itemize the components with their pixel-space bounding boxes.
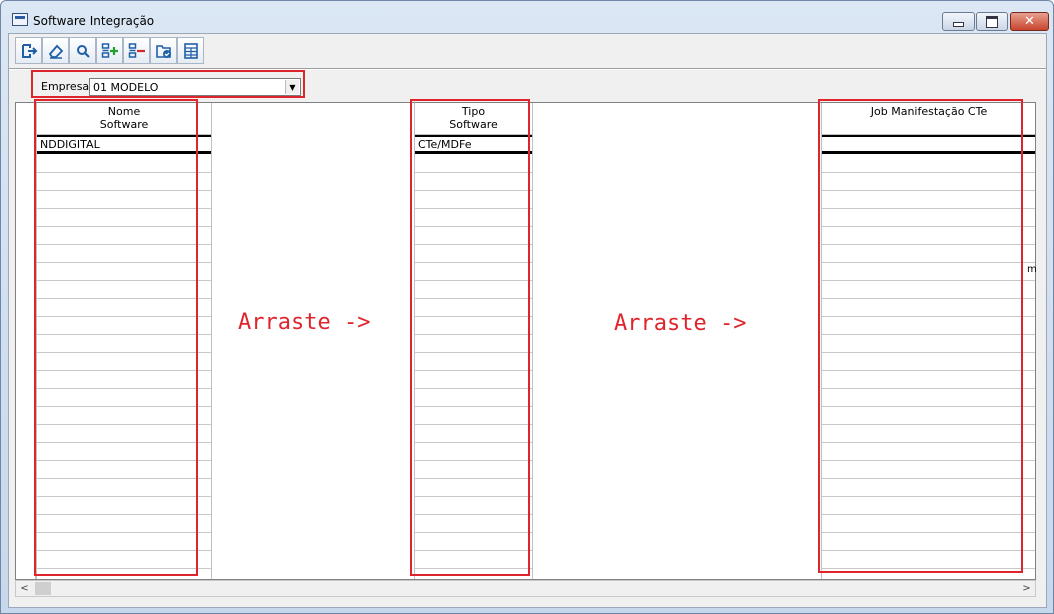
remove-row-button[interactable]: [123, 37, 150, 64]
truncated-column-text: m: [1027, 264, 1037, 275]
empresa-select[interactable]: 01 MODELO ▼: [89, 78, 301, 96]
search-button[interactable]: [69, 37, 96, 64]
scroll-thumb[interactable]: [35, 582, 51, 595]
folder-check-icon: [155, 44, 171, 58]
column-tipo-software[interactable]: Tipo Software CTe/MDFe: [414, 103, 533, 579]
maximize-icon: [977, 13, 1007, 30]
grid-cell[interactable]: NDDIGITAL: [37, 135, 211, 154]
column-header-job-manifestacao-cte[interactable]: Job Manifestação CTe: [822, 103, 1035, 135]
remove-row-icon: [128, 42, 145, 58]
chevron-down-icon[interactable]: ▼: [285, 80, 299, 94]
header-line: Job Manifestação CTe: [870, 105, 988, 118]
row-header-column: [16, 103, 36, 579]
empresa-label: Empresa: [41, 80, 90, 93]
toolbar-separator: [9, 68, 1046, 70]
header-line: Software: [99, 118, 149, 131]
grid-button[interactable]: [177, 37, 204, 64]
column-nome-software[interactable]: Nome Software NDDIGITAL: [36, 103, 212, 579]
add-row-icon: [101, 42, 118, 58]
app-window: Software Integração ✕ Empresa 01 MODELO …: [0, 0, 1054, 614]
grid-cell[interactable]: CTe/MDFe: [415, 135, 532, 154]
empresa-value: 01 MODELO: [93, 81, 159, 94]
column-header-nome-software[interactable]: Nome Software: [37, 103, 211, 135]
window-title: Software Integração: [33, 14, 155, 28]
scroll-left-icon[interactable]: <: [16, 581, 33, 596]
clear-button[interactable]: [42, 37, 69, 64]
close-icon: ✕: [1024, 14, 1035, 29]
minimize-icon: [943, 13, 974, 30]
grid-cell[interactable]: [822, 135, 1035, 154]
drag-annotation-2: Arraste ->: [614, 311, 747, 336]
header-line: Software: [449, 118, 498, 131]
eraser-icon: [48, 44, 63, 59]
scroll-right-icon[interactable]: >: [1018, 581, 1035, 596]
column-header-tipo-software[interactable]: Tipo Software: [415, 103, 532, 135]
table-icon: [183, 42, 198, 59]
title-bar[interactable]: Software Integração ✕: [1, 1, 1053, 33]
search-icon: [76, 44, 90, 58]
client-area: Empresa 01 MODELO ▼ Nome Software NDDIGI…: [8, 33, 1047, 608]
software-grid[interactable]: Nome Software NDDIGITAL Tipo Software CT…: [15, 102, 1036, 580]
exit-button[interactable]: [15, 37, 42, 64]
header-line: Tipo: [461, 105, 486, 118]
maximize-button[interactable]: [976, 12, 1008, 31]
exit-icon: [21, 43, 37, 58]
confirm-button[interactable]: [150, 37, 177, 64]
toolbar: [15, 37, 204, 65]
close-button[interactable]: ✕: [1010, 12, 1049, 31]
app-icon: [12, 13, 28, 26]
minimize-button[interactable]: [942, 12, 975, 31]
column-job-manifestacao-cte[interactable]: Job Manifestação CTe: [821, 103, 1035, 579]
horizontal-scrollbar[interactable]: < >: [15, 580, 1036, 597]
header-line: Nome: [107, 105, 141, 118]
add-row-button[interactable]: [96, 37, 123, 64]
drag-annotation-1: Arraste ->: [238, 310, 371, 335]
